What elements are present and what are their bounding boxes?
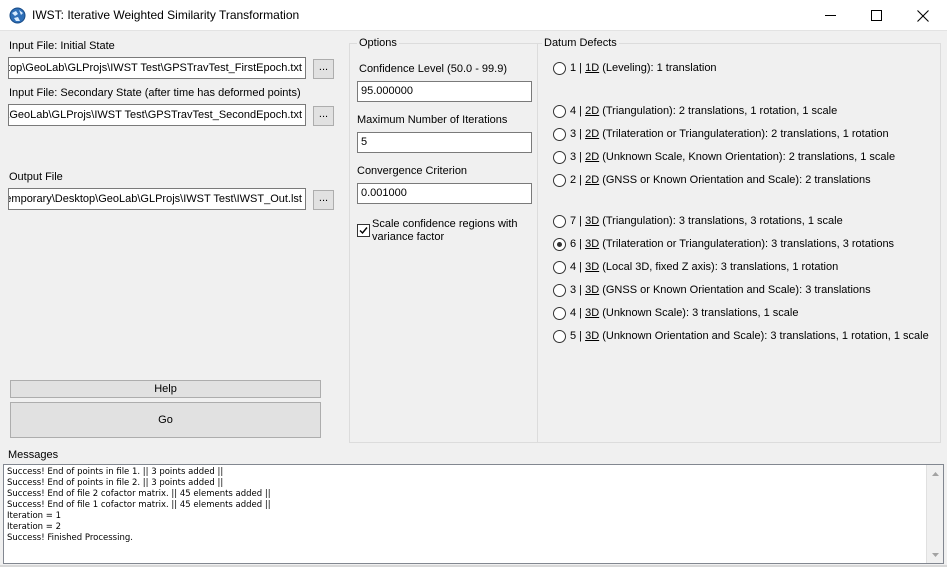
radio-button[interactable] <box>553 61 566 75</box>
radio-button[interactable] <box>553 283 566 297</box>
maximize-icon <box>870 10 882 21</box>
message-line: Success! End of file 1 cofactor matrix. … <box>7 500 271 510</box>
secondary-file-value: C:\Users\Desktop\GeoLab\GLProjs\IWST Tes… <box>9 109 302 121</box>
secondary-file-label: Input File: Secondary State (after time … <box>9 87 301 99</box>
datum-option-row[interactable]: 1 | 1D (Leveling): 1 translation <box>553 60 717 76</box>
datum-option-row[interactable]: 4 | 3D (Unknown Scale): 3 translations, … <box>553 305 798 321</box>
browse-output-button[interactable]: ... <box>313 190 334 210</box>
close-icon <box>917 9 929 22</box>
datum-option-row[interactable]: 5 | 3D (Unknown Orientation and Scale): … <box>553 328 929 344</box>
message-line: Success! End of file 2 cofactor matrix. … <box>7 489 271 499</box>
convergence-label: Convergence Criterion <box>357 165 468 177</box>
datum-option-label: 3 | 3D (GNSS or Known Orientation and Sc… <box>570 284 871 296</box>
datum-option-label: 5 | 3D (Unknown Orientation and Scale): … <box>570 330 929 342</box>
datum-option-label: 4 | 3D (Local 3D, fixed Z axis): 3 trans… <box>570 261 839 273</box>
datum-option-row[interactable]: 4 | 2D (Triangulation): 2 translations, … <box>553 103 837 119</box>
datum-option-label: 4 | 3D (Unknown Scale): 3 translations, … <box>570 307 799 319</box>
datum-option-label: 3 | 2D (Trilateration or Triangulaterati… <box>570 128 889 140</box>
datum-option-label: 3 | 2D (Unknown Scale, Known Orientation… <box>570 151 896 163</box>
output-file-value: C:\Temporary\Desktop\GeoLab\GLProjs\IWST… <box>8 193 302 205</box>
datum-option-row[interactable]: 3 | 3D (GNSS or Known Orientation and Sc… <box>553 282 871 298</box>
radio-button[interactable] <box>553 260 566 274</box>
messages-scrollbar[interactable] <box>926 465 943 563</box>
datum-defects-title: Datum Defects <box>542 37 619 49</box>
iterations-input[interactable]: 5 <box>357 132 532 153</box>
minimize-icon <box>824 15 836 16</box>
datum-option-label: 4 | 2D (Triangulation): 2 translations, … <box>570 105 838 117</box>
iterations-label: Maximum Number of Iterations <box>357 114 508 126</box>
radio-button[interactable] <box>553 104 566 118</box>
radio-button[interactable] <box>553 150 566 164</box>
checkmark-icon <box>359 227 368 235</box>
scroll-down-button[interactable] <box>927 546 943 563</box>
initial-file-label: Input File: Initial State <box>9 40 115 52</box>
convergence-input[interactable]: 0.001000 <box>357 183 532 204</box>
scale-checkbox-label-line1: Scale confidence regions with <box>372 218 518 230</box>
datum-option-row-selected[interactable]: 6 | 3D (Trilateration or Triangulaterati… <box>553 236 894 252</box>
initial-file-value: C:\Users\Desktop\GeoLab\GLProjs\IWST Tes… <box>8 62 302 74</box>
scale-checkbox-label-line2: variance factor <box>372 231 445 243</box>
datum-option-row[interactable]: 2 | 2D (GNSS or Known Orientation and Sc… <box>553 172 871 188</box>
output-file-label: Output File <box>9 171 63 183</box>
message-line: Success! End of points in file 1. || 3 p… <box>7 467 224 477</box>
browse-initial-button[interactable]: ... <box>313 59 334 79</box>
go-button[interactable]: Go <box>10 402 321 438</box>
initial-file-input[interactable]: C:\Users\Desktop\GeoLab\GLProjs\IWST Tes… <box>8 57 306 79</box>
messages-textbox[interactable]: Success! End of points in file 1. || 3 p… <box>3 464 944 564</box>
secondary-file-input[interactable]: C:\Users\Desktop\GeoLab\GLProjs\IWST Tes… <box>8 104 306 126</box>
minimize-button[interactable] <box>807 0 853 31</box>
options-group <box>349 43 538 443</box>
help-button[interactable]: Help <box>10 380 321 398</box>
close-button[interactable] <box>900 0 946 31</box>
radio-button[interactable] <box>553 306 566 320</box>
radio-dot-icon <box>557 241 562 247</box>
output-file-input[interactable]: C:\Temporary\Desktop\GeoLab\GLProjs\IWST… <box>8 188 306 210</box>
datum-option-row[interactable]: 3 | 2D (Trilateration or Triangulaterati… <box>553 126 889 142</box>
confidence-label: Confidence Level (50.0 - 99.9) <box>359 63 507 75</box>
radio-button[interactable] <box>553 173 566 187</box>
message-lines: Success! End of points in file 1. || 3 p… <box>7 467 271 544</box>
radio-button[interactable] <box>553 214 566 228</box>
scroll-up-button[interactable] <box>927 465 943 482</box>
datum-option-row[interactable]: 3 | 2D (Unknown Scale, Known Orientation… <box>553 149 895 165</box>
datum-option-label: 6 | 3D (Trilateration or Triangulaterati… <box>570 238 895 250</box>
message-line: Iteration = 2 <box>7 522 61 532</box>
radio-button[interactable] <box>553 329 566 343</box>
radio-button[interactable] <box>553 127 566 141</box>
browse-secondary-button[interactable]: ... <box>313 106 334 126</box>
window-title: IWST: Iterative Weighted Similarity Tran… <box>32 8 300 22</box>
datum-option-label: 1 | 1D (Leveling): 1 translation <box>570 62 717 74</box>
globe-app-icon <box>9 7 26 24</box>
messages-label: Messages <box>8 449 59 461</box>
scale-confidence-checkbox[interactable] <box>357 224 370 237</box>
message-line: Success! Finished Processing. <box>7 533 133 543</box>
datum-option-label: 7 | 3D (Triangulation): 3 translations, … <box>570 215 843 227</box>
chevron-up-icon <box>931 471 939 476</box>
message-line: Iteration = 1 <box>7 511 61 521</box>
datum-option-row[interactable]: 4 | 3D (Local 3D, fixed Z axis): 3 trans… <box>553 259 838 275</box>
title-bar: IWST: Iterative Weighted Similarity Tran… <box>0 0 947 31</box>
radio-button-selected[interactable] <box>553 237 566 251</box>
maximize-button[interactable] <box>853 0 899 31</box>
chevron-down-icon <box>931 552 939 557</box>
message-line: Success! End of points in file 2. || 3 p… <box>7 478 224 488</box>
datum-option-label: 2 | 2D (GNSS or Known Orientation and Sc… <box>570 174 871 186</box>
options-title: Options <box>357 37 399 49</box>
confidence-input[interactable]: 95.000000 <box>357 81 532 102</box>
datum-option-row[interactable]: 7 | 3D (Triangulation): 3 translations, … <box>553 213 843 229</box>
